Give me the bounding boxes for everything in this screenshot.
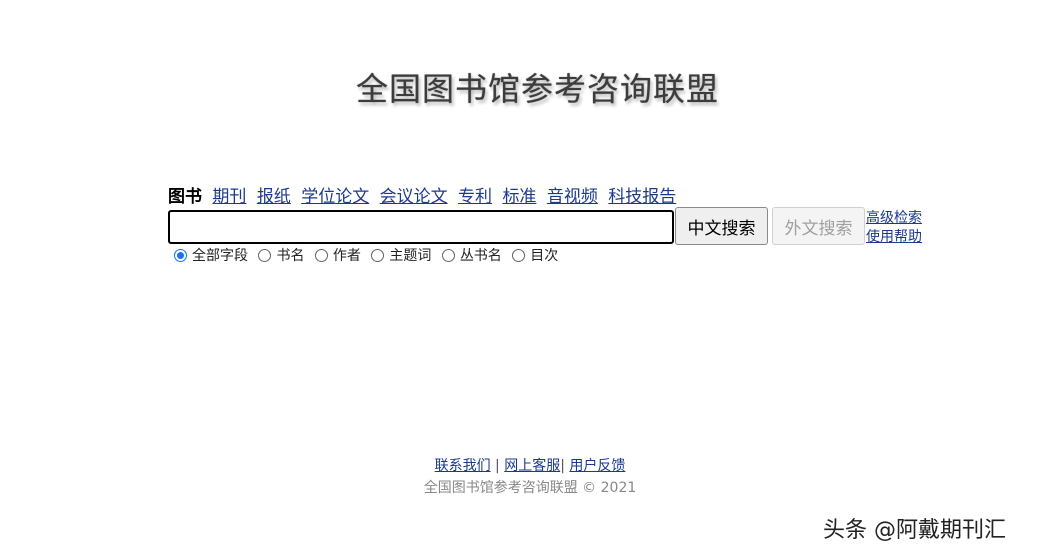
footer-separator: | (560, 458, 565, 474)
tab-patents[interactable]: 专利 (458, 187, 492, 207)
field-option-author[interactable]: 作者 (313, 245, 365, 265)
footer-separator: | (495, 458, 500, 474)
field-option-all[interactable]: 全部字段 (172, 245, 252, 265)
tab-journals[interactable]: 期刊 (212, 187, 246, 207)
tab-books[interactable]: 图书 (168, 187, 202, 207)
field-option-label: 目次 (530, 248, 559, 264)
field-option-subject[interactable]: 主题词 (369, 245, 435, 265)
field-option-label: 作者 (332, 248, 361, 264)
field-option-series[interactable]: 丛书名 (440, 245, 506, 265)
feedback-link[interactable]: 用户反馈 (569, 458, 625, 474)
search-field-options: 全部字段 书名 作者 主题词 丛书名 目次 (172, 245, 562, 265)
tab-theses[interactable]: 学位论文 (301, 187, 369, 207)
help-link[interactable]: 使用帮助 (866, 228, 922, 247)
copyright-text: 全国图书馆参考咨询联盟 © 2021 (423, 480, 637, 496)
radio-author[interactable] (314, 249, 328, 262)
search-input[interactable] (168, 210, 674, 244)
tab-conference-papers[interactable]: 会议论文 (380, 187, 448, 207)
field-option-label: 丛书名 (459, 248, 502, 264)
watermark-text: 头条 @阿戴期刊汇 (823, 518, 1006, 543)
radio-series[interactable] (441, 249, 455, 262)
foreign-search-button[interactable]: 外文搜索 (772, 207, 865, 245)
footer-links: 联系我们 | 网上客服| 用户反馈 (0, 455, 1060, 475)
radio-subject[interactable] (371, 249, 385, 262)
field-option-label: 主题词 (389, 248, 432, 264)
field-option-label: 全部字段 (192, 248, 248, 264)
category-nav: 图书 期刊 报纸 学位论文 会议论文 专利 标准 音视频 科技报告 (168, 182, 681, 207)
tab-newspapers[interactable]: 报纸 (257, 187, 291, 207)
tab-tech-reports[interactable]: 科技报告 (608, 187, 676, 207)
site-logo: 全国图书馆参考咨询联盟 (356, 70, 720, 108)
advanced-search-link[interactable]: 高级检索 (866, 209, 922, 228)
tab-standards[interactable]: 标准 (502, 187, 536, 207)
tab-audio-video[interactable]: 音视频 (547, 187, 598, 207)
chinese-search-button[interactable]: 中文搜索 (675, 207, 768, 245)
online-service-link[interactable]: 网上客服 (504, 458, 560, 474)
field-option-label: 书名 (276, 248, 305, 264)
contact-us-link[interactable]: 联系我们 (435, 458, 491, 474)
radio-toc[interactable] (512, 249, 526, 262)
field-option-toc[interactable]: 目次 (510, 245, 562, 265)
radio-title[interactable] (258, 249, 272, 262)
field-option-title[interactable]: 书名 (256, 245, 308, 265)
radio-all[interactable] (174, 249, 187, 262)
side-links: 高级检索 使用帮助 (866, 209, 922, 247)
